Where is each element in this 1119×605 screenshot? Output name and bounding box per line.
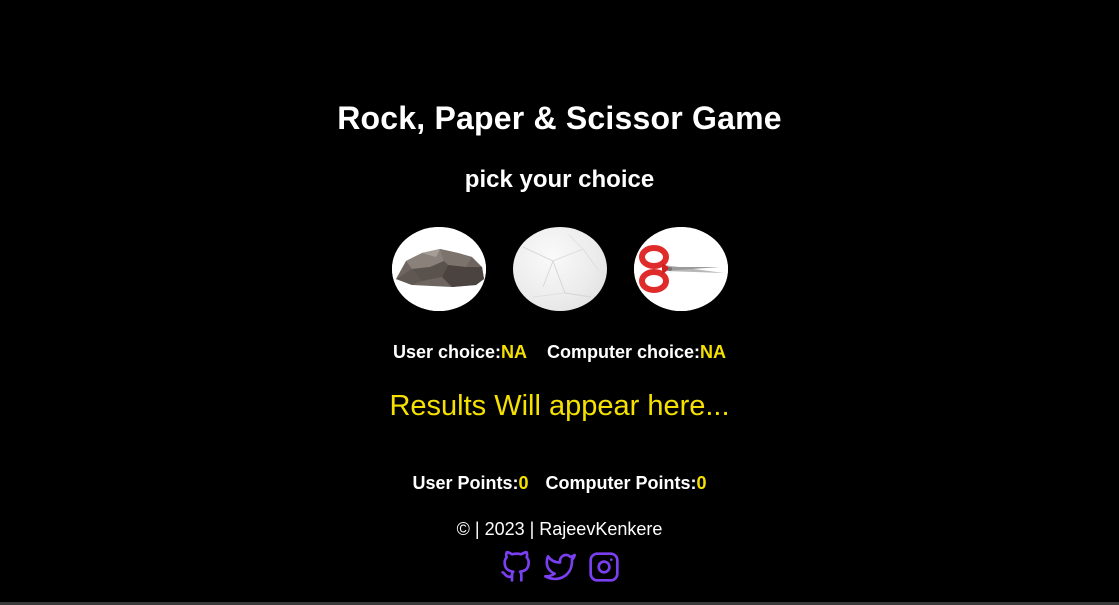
- user-choice-value: NA: [501, 342, 527, 362]
- result-message: Results Will appear here...: [389, 390, 730, 422]
- paper-choice-button[interactable]: [512, 227, 607, 311]
- computer-choice-label: Computer choice:: [547, 342, 701, 362]
- computer-choice-status: Computer choice:NA: [547, 342, 726, 363]
- page-title: Rock, Paper & Scissor Game: [337, 100, 782, 136]
- footer-copyright: © | 2023 | RajeevKenkere: [456, 519, 663, 539]
- scissors-choice-button[interactable]: [633, 227, 728, 311]
- scissors-icon: [633, 227, 728, 311]
- user-choice-label: User choice:: [392, 342, 501, 362]
- user-choice-status: User choice:NA: [393, 342, 527, 363]
- points-row: User Points:0 Computer Points:0: [0, 473, 1119, 494]
- user-points: User Points:0: [412, 473, 528, 494]
- choices-row: [0, 227, 1119, 311]
- twitter-icon: [543, 553, 576, 581]
- choice-status-row: User choice:NA Computer choice:NA: [0, 342, 1119, 363]
- rock-choice-button[interactable]: [391, 227, 486, 311]
- computer-points-value: 0: [696, 473, 707, 493]
- pick-choice-heading: pick your choice: [464, 166, 655, 193]
- instagram-icon: [588, 552, 619, 582]
- rock-icon: [391, 227, 486, 311]
- instagram-link[interactable]: [588, 549, 620, 585]
- user-points-label: User Points:: [412, 473, 519, 493]
- github-icon: [500, 550, 530, 582]
- user-points-value: 0: [518, 473, 529, 493]
- computer-points: Computer Points:0: [546, 473, 707, 494]
- twitter-link[interactable]: [543, 549, 576, 585]
- game-page: Rock, Paper & Scissor Game pick your cho…: [0, 0, 1119, 605]
- social-links: [0, 549, 1119, 585]
- github-link[interactable]: [500, 549, 532, 585]
- computer-points-label: Computer Points:: [545, 473, 697, 493]
- paper-icon: [522, 234, 599, 298]
- computer-choice-value: NA: [700, 342, 727, 362]
